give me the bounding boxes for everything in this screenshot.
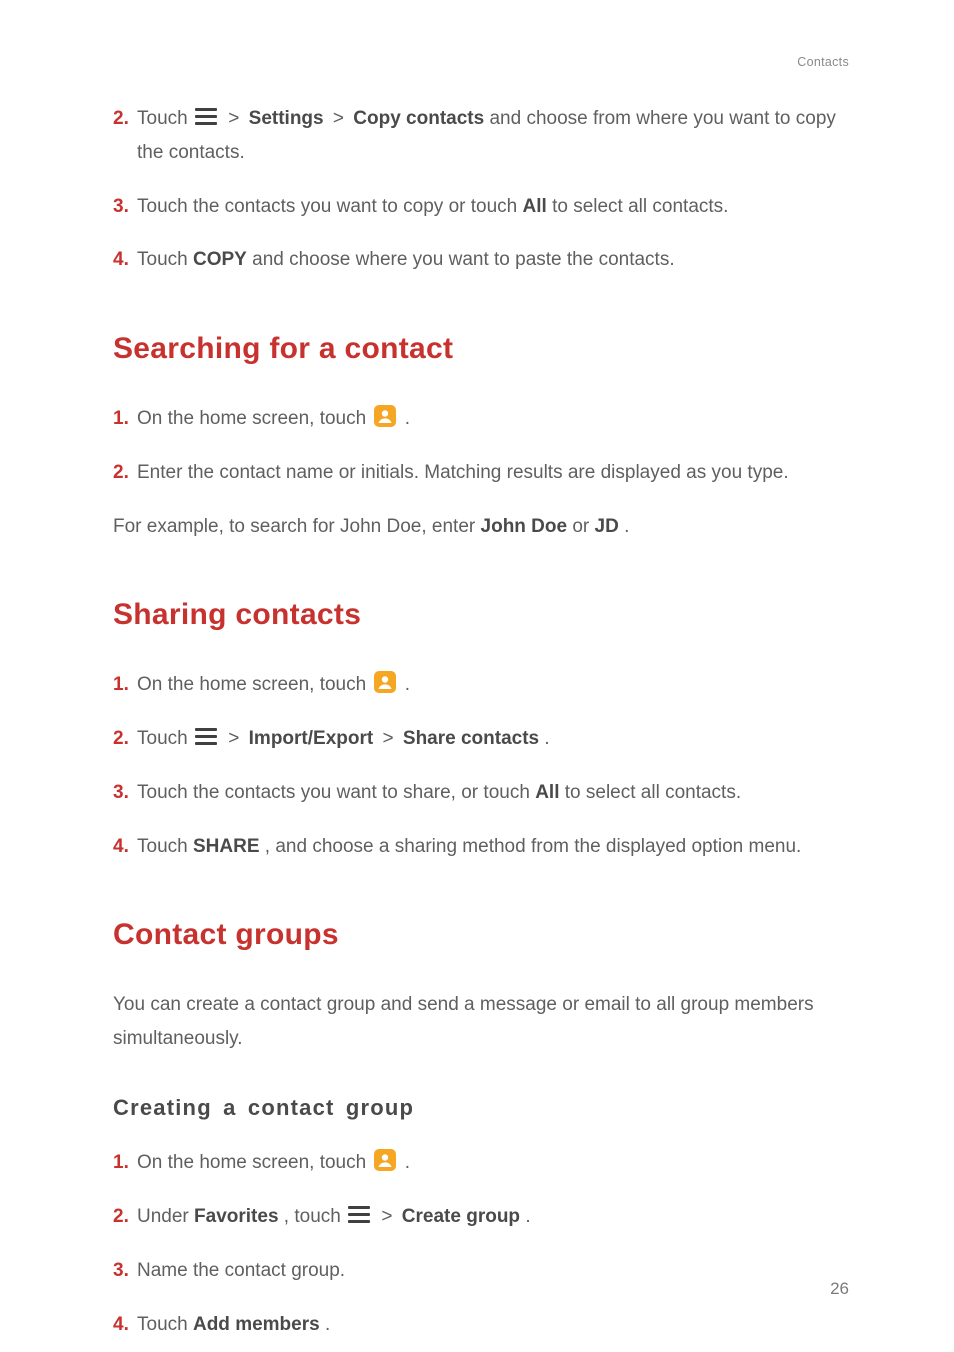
text: Touch xyxy=(137,108,193,129)
text: and choose from where you want to copy t… xyxy=(137,108,836,163)
text: . xyxy=(325,1314,330,1335)
step-number: 2. xyxy=(113,722,137,756)
step-body: Touch COPY and choose where you want to … xyxy=(137,243,849,277)
chevron-right: > xyxy=(383,728,394,749)
text: Touch the contacts you want to share, or… xyxy=(137,782,535,803)
sharing-step-2: 2. Touch > Import/Export > Share contact… xyxy=(113,722,849,756)
contacts-icon xyxy=(373,1148,397,1172)
bold-settings: Settings xyxy=(249,108,324,129)
step-number: 2. xyxy=(113,102,137,136)
text: Touch the contacts you want to copy or t… xyxy=(137,196,523,217)
bold-create-group: Create group xyxy=(402,1206,520,1227)
text: On the home screen, touch xyxy=(137,674,371,695)
step-number: 1. xyxy=(113,402,137,436)
contacts-icon xyxy=(373,404,397,428)
text: For example, to search for John Doe, ent… xyxy=(113,516,481,537)
groups-step-3: 3. Name the contact group. xyxy=(113,1254,849,1288)
sharing-step-3: 3. Touch the contacts you want to share,… xyxy=(113,776,849,810)
text: Under xyxy=(137,1206,194,1227)
menu-icon xyxy=(348,1206,370,1224)
step-3: 3. Touch the contacts you want to copy o… xyxy=(113,190,849,224)
step-number: 3. xyxy=(113,1254,137,1288)
step-body: Touch SHARE , and choose a sharing metho… xyxy=(137,830,849,864)
chevron-right: > xyxy=(381,1206,392,1227)
chevron-right: > xyxy=(333,108,344,129)
text: Touch xyxy=(137,1314,193,1335)
text: On the home screen, touch xyxy=(137,1152,371,1173)
text: , touch xyxy=(284,1206,346,1227)
search-note: For example, to search for John Doe, ent… xyxy=(113,510,849,543)
heading-groups: Contact groups xyxy=(113,909,849,960)
page: Contacts 2. Touch > Settings > Copy cont… xyxy=(0,0,954,1352)
text: , and choose a sharing method from the d… xyxy=(265,836,802,857)
text: to select all contacts. xyxy=(552,196,728,217)
step-number: 1. xyxy=(113,668,137,702)
step-number: 3. xyxy=(113,776,137,810)
step-body: On the home screen, touch . xyxy=(137,668,849,702)
step-body: Enter the contact name or initials. Matc… xyxy=(137,456,849,490)
text: to select all contacts. xyxy=(565,782,741,803)
text: or xyxy=(572,516,594,537)
text: and choose where you want to paste the c… xyxy=(252,249,675,270)
text: . xyxy=(525,1206,530,1227)
sharing-step-1: 1. On the home screen, touch . xyxy=(113,668,849,702)
step-body: Touch Add members . xyxy=(137,1308,849,1342)
step-body: Touch > Import/Export > Share contacts . xyxy=(137,722,849,756)
step-body: Touch the contacts you want to copy or t… xyxy=(137,190,849,224)
step-body: Touch the contacts you want to share, or… xyxy=(137,776,849,810)
bold-all: All xyxy=(535,782,559,803)
bold-jd: JD xyxy=(595,516,619,537)
bold-all: All xyxy=(523,196,547,217)
bold-import-export: Import/Export xyxy=(249,728,374,749)
text: . xyxy=(405,1152,410,1173)
search-step-2: 2. Enter the contact name or initials. M… xyxy=(113,456,849,490)
text: Touch xyxy=(137,728,193,749)
bold-share-contacts: Share contacts xyxy=(403,728,539,749)
groups-intro: You can create a contact group and send … xyxy=(113,988,849,1055)
groups-step-4: 4. Touch Add members . xyxy=(113,1308,849,1342)
bold-copy: COPY xyxy=(193,249,247,270)
page-number: 26 xyxy=(830,1275,849,1304)
text: . xyxy=(405,674,410,695)
sharing-step-4: 4. Touch SHARE , and choose a sharing me… xyxy=(113,830,849,864)
chevron-right: > xyxy=(228,108,239,129)
step-body: On the home screen, touch . xyxy=(137,402,849,436)
step-2: 2. Touch > Settings > Copy contacts and … xyxy=(113,102,849,170)
step-body: On the home screen, touch . xyxy=(137,1146,849,1180)
text: Touch xyxy=(137,249,193,270)
bold-copy-contacts: Copy contacts xyxy=(353,108,484,129)
groups-step-1: 1. On the home screen, touch . xyxy=(113,1146,849,1180)
bold-john-doe: John Doe xyxy=(481,516,568,537)
text: . xyxy=(624,516,629,537)
search-step-1: 1. On the home screen, touch . xyxy=(113,402,849,436)
heading-searching: Searching for a contact xyxy=(113,323,849,374)
step-number: 3. xyxy=(113,190,137,224)
groups-step-2: 2. Under Favorites , touch > Create grou… xyxy=(113,1200,849,1234)
step-body: Name the contact group. xyxy=(137,1254,849,1288)
header-section-label: Contacts xyxy=(797,52,849,73)
menu-icon xyxy=(195,728,217,746)
bold-favorites: Favorites xyxy=(194,1206,278,1227)
step-number: 2. xyxy=(113,1200,137,1234)
step-body: Touch > Settings > Copy contacts and cho… xyxy=(137,102,849,170)
step-number: 4. xyxy=(113,1308,137,1342)
step-body: Under Favorites , touch > Create group . xyxy=(137,1200,849,1234)
step-4: 4. Touch COPY and choose where you want … xyxy=(113,243,849,277)
text: Touch xyxy=(137,836,193,857)
content: 2. Touch > Settings > Copy contacts and … xyxy=(113,102,849,1342)
text: . xyxy=(544,728,549,749)
heading-sharing: Sharing contacts xyxy=(113,589,849,640)
bold-add-members: Add members xyxy=(193,1314,320,1335)
text: On the home screen, touch xyxy=(137,408,371,429)
step-number: 2. xyxy=(113,456,137,490)
step-number: 4. xyxy=(113,243,137,277)
contacts-icon xyxy=(373,670,397,694)
step-number: 1. xyxy=(113,1146,137,1180)
subheading-create-group: Creating a contact group xyxy=(113,1089,849,1126)
bold-share: SHARE xyxy=(193,836,260,857)
step-number: 4. xyxy=(113,830,137,864)
text: . xyxy=(405,408,410,429)
chevron-right: > xyxy=(228,728,239,749)
menu-icon xyxy=(195,108,217,126)
